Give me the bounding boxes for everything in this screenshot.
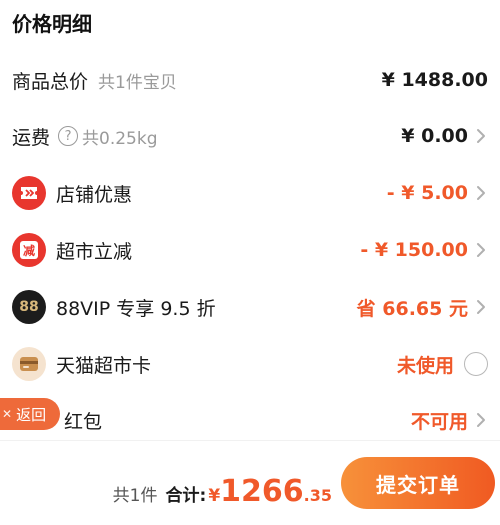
total-currency: ¥ [208,486,221,506]
total-integer: 1266 [220,474,304,509]
back-close-icon: ✕ [2,407,13,421]
market-discount-value: - ¥ 150.00 [360,239,468,261]
checkout-bar: 共1件 合计: ¥ 1266 .35 提交订单 [0,440,500,525]
market-card-label: 天猫超市卡 [56,354,152,377]
market-card-row[interactable]: 天猫超市卡 未使用 [0,344,500,384]
submit-order-button[interactable]: 提交订单 [341,457,495,509]
chevron-right-icon [477,413,485,427]
red-packet-row[interactable]: 红包 不可用 [0,400,500,440]
store-discount-value: - ¥ 5.00 [386,182,468,204]
market-discount-row[interactable]: 减 超市立减 - ¥ 150.00 [0,230,500,270]
page-title: 价格明细 [12,12,92,36]
total-decimal: .35 [303,486,332,505]
vip-discount-value: 省 66.65 元 [356,297,468,320]
reduce-icon: 减 [12,233,46,267]
chevron-right-icon [477,300,485,314]
goods-total-row: 商品总价 共1件宝贝 ¥ 1488.00 [0,60,500,100]
back-label: 返回 [16,405,47,424]
store-discount-label: 店铺优惠 [56,183,133,206]
order-total: 共1件 合计: ¥ 1266 .35 [113,474,332,509]
market-card-radio[interactable] [464,352,488,376]
shipping-weight: 共0.25kg [82,128,158,149]
chevron-right-icon [477,129,485,143]
chevron-right-icon [477,243,485,257]
store-discount-row[interactable]: 店铺优惠 - ¥ 5.00 [0,173,500,213]
shipping-row[interactable]: 运费 ? 共0.25kg ¥ 0.00 [0,116,500,156]
goods-count: 共1件宝贝 [98,72,177,93]
market-card-status: 未使用 [396,354,454,377]
reduce-icon-glyph: 减 [20,241,38,259]
vip-88-icon: 88 [12,290,46,324]
red-packet-status: 不可用 [410,410,468,433]
chevron-right-icon [477,186,485,200]
card-icon [12,347,46,381]
goods-total-value: ¥ 1488.00 [381,69,488,91]
item-count: 共1件 [112,486,158,506]
shipping-label: 运费 [12,126,51,149]
vip-discount-label: 88VIP 专享 9.5 折 [56,297,216,320]
help-icon[interactable]: ? [58,126,79,146]
red-packet-label: 红包 [64,410,103,433]
market-discount-label: 超市立减 [56,240,133,263]
back-button[interactable]: ✕ 返回 [0,398,60,430]
vip-discount-row[interactable]: 88 88VIP 专享 9.5 折 省 66.65 元 [0,287,500,327]
goods-total-label: 商品总价 [12,70,89,93]
total-label: 合计: [165,486,207,506]
store-coupon-icon [12,176,46,210]
shipping-value: ¥ 0.00 [401,125,468,147]
